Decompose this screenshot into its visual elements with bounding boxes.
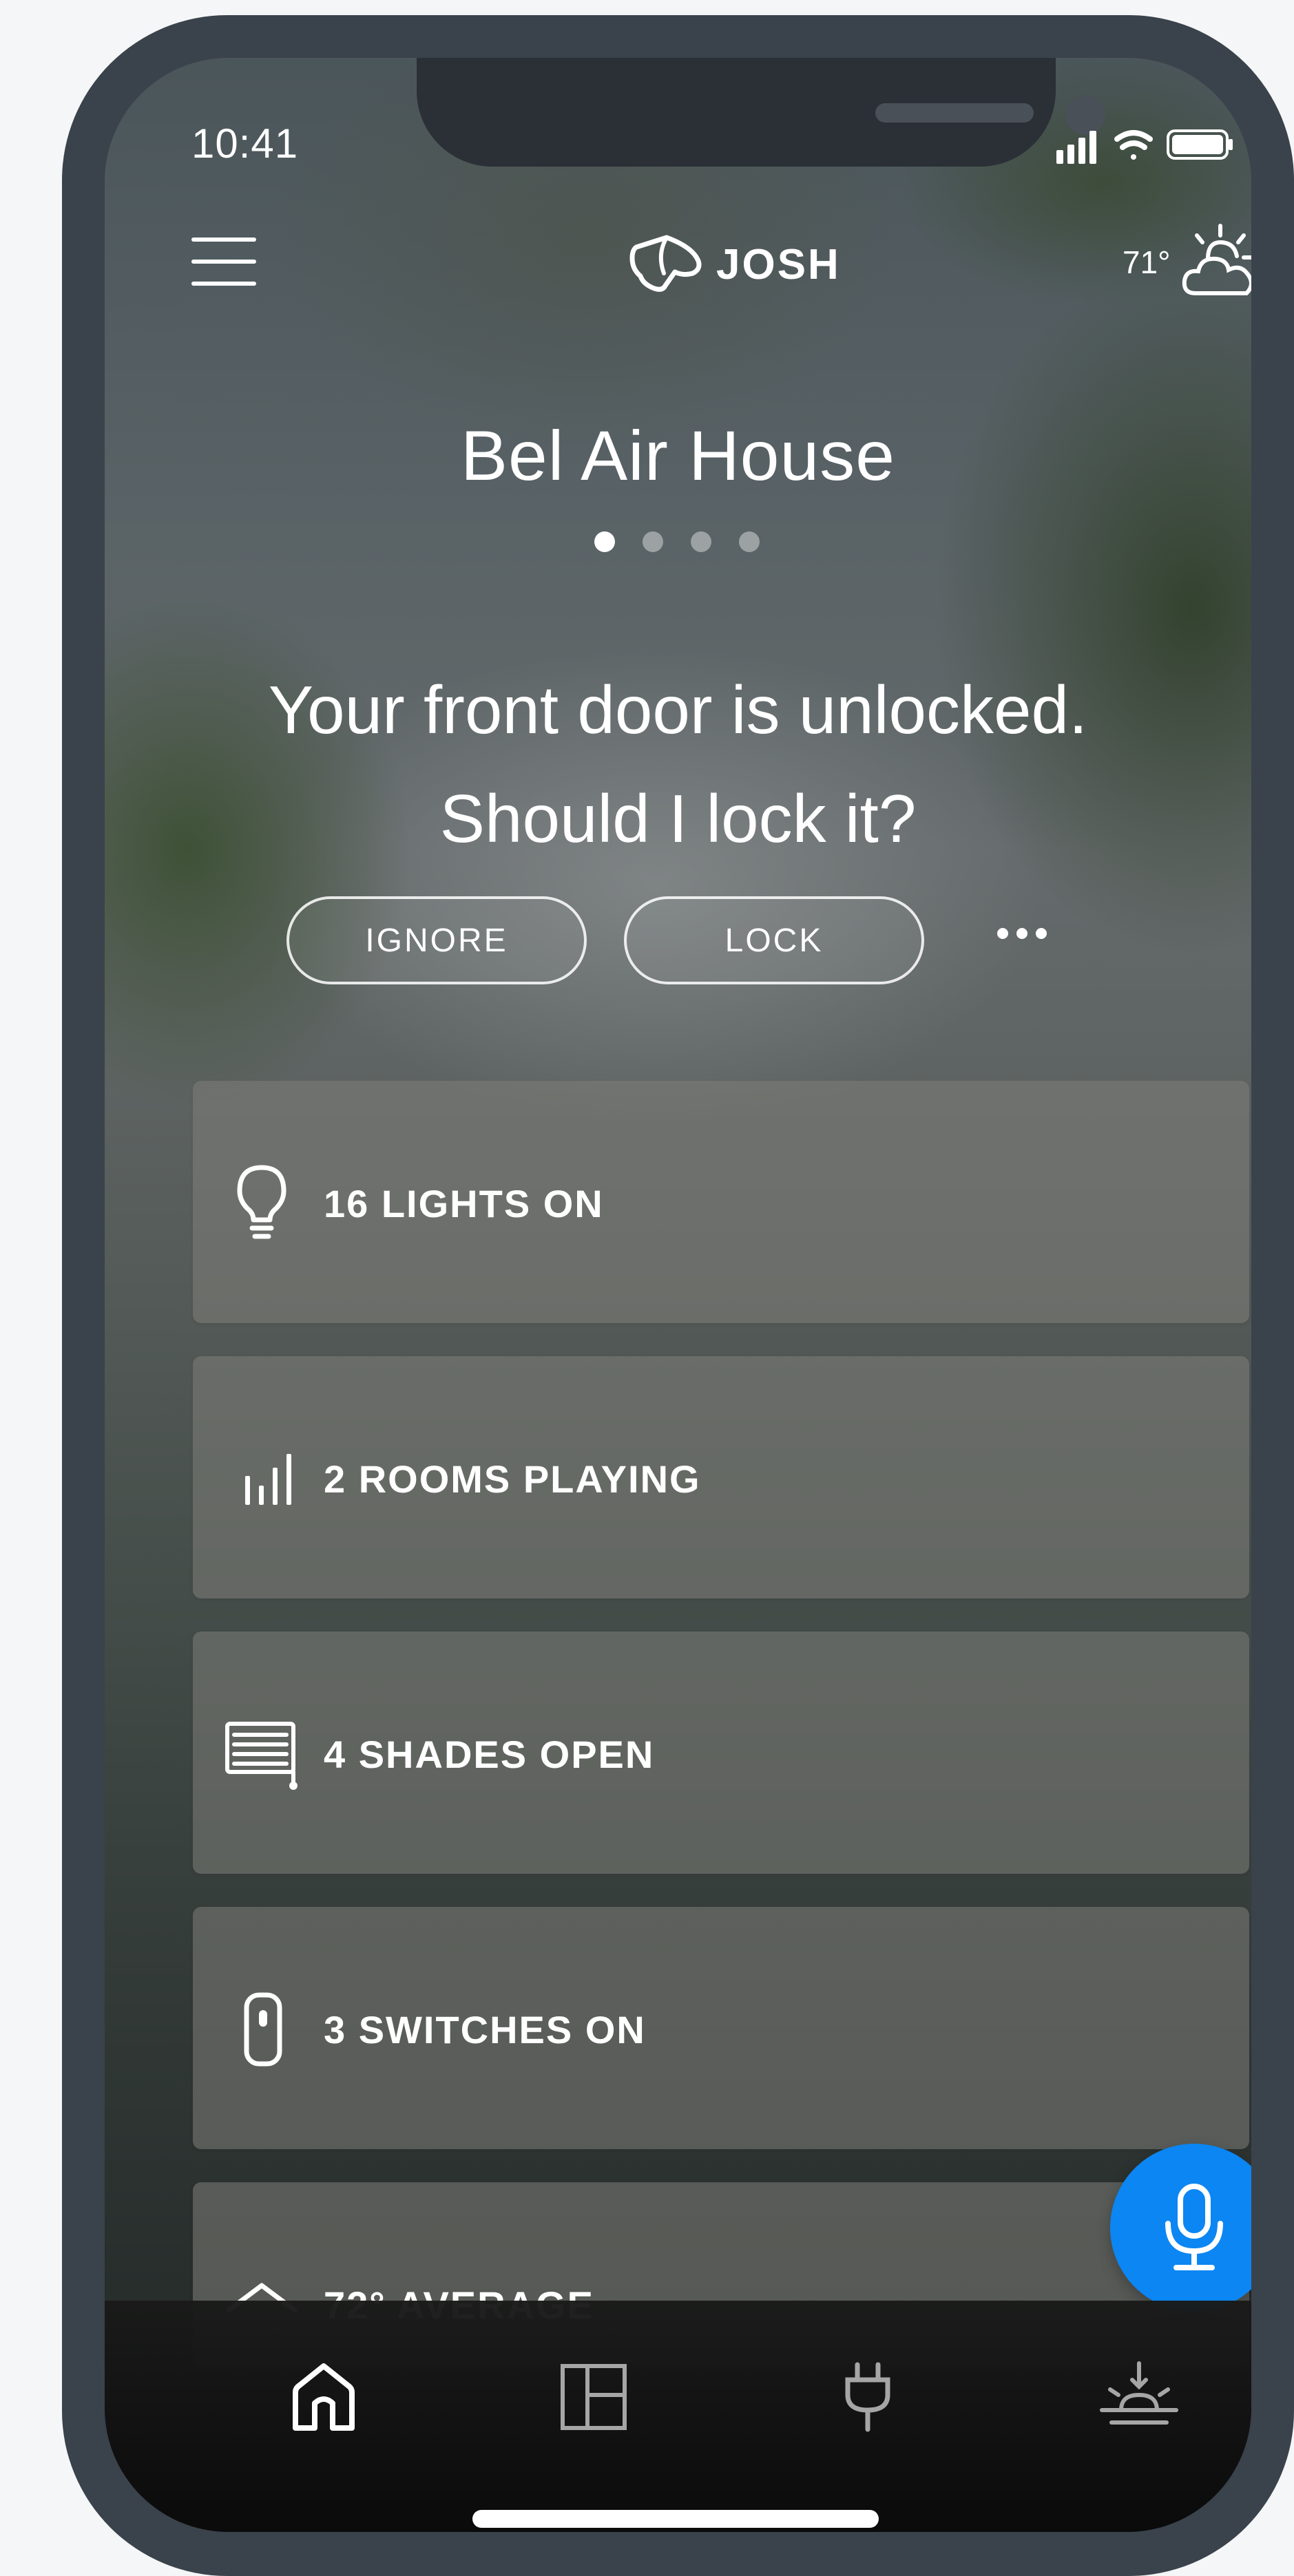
plug-icon — [845, 2362, 890, 2432]
page-dot-4[interactable] — [739, 531, 760, 552]
more-dot — [1036, 928, 1047, 939]
card-label: 4 SHADES OPEN — [324, 1733, 655, 1776]
tab-home[interactable] — [275, 2349, 372, 2445]
speaker — [875, 103, 1034, 123]
wifi-icon — [1114, 130, 1153, 160]
ignore-button[interactable]: IGNORE — [286, 896, 587, 984]
tab-rooms[interactable] — [545, 2349, 642, 2445]
prompt-actions: IGNORE LOCK — [105, 896, 1251, 989]
battery-icon — [1167, 129, 1233, 160]
page-dot-2[interactable] — [643, 531, 663, 552]
device-frame: 10:41 JOSH 71° Bel Air House Your front … — [62, 15, 1294, 2576]
more-dot — [997, 928, 1008, 939]
audio-card[interactable]: 2 ROOMS PLAYING — [193, 1356, 1249, 1598]
page-indicator[interactable] — [594, 531, 760, 552]
house-title: Bel Air House — [461, 416, 895, 495]
screen: 10:41 JOSH 71° Bel Air House Your front … — [105, 58, 1251, 2532]
status-cards: 16 LIGHTS ON 2 ROOMS PLAYING 4 SHADES OP… — [193, 1081, 1249, 2401]
tab-devices[interactable] — [820, 2349, 916, 2445]
sunrise-icon — [1100, 2361, 1178, 2425]
rooms-icon — [561, 2364, 627, 2430]
partly-cloudy-icon — [1182, 224, 1251, 295]
prompt-line-1: Your front door is unlocked. — [268, 672, 1088, 748]
weather-widget[interactable]: 71° — [1123, 222, 1251, 303]
lock-button[interactable]: LOCK — [624, 896, 924, 984]
signal-icon — [1056, 131, 1096, 164]
status-icons — [1056, 129, 1233, 164]
page-dot-1[interactable] — [594, 531, 615, 552]
tab-scenes[interactable] — [1091, 2349, 1187, 2445]
status-time: 10:41 — [191, 120, 299, 167]
lights-card[interactable]: 16 LIGHTS ON — [193, 1081, 1249, 1323]
temperature: 71° — [1123, 244, 1171, 280]
page-dot-3[interactable] — [691, 531, 711, 552]
assistant-prompt: Your front door is unlocked. Should I lo… — [105, 655, 1251, 873]
lightbulb-icon — [237, 1165, 286, 1239]
home-indicator[interactable] — [472, 2510, 879, 2528]
microphone-icon — [1165, 2184, 1223, 2270]
more-dot — [1016, 928, 1027, 939]
bottom-tab-bar — [105, 2301, 1251, 2532]
shades-card[interactable]: 4 SHADES OPEN — [193, 1632, 1249, 1874]
menu-icon[interactable] — [191, 233, 256, 288]
card-label: 2 ROOMS PLAYING — [324, 1457, 701, 1501]
dog-logo-icon — [629, 235, 702, 292]
app-logo: JOSH — [627, 230, 841, 299]
switches-card[interactable]: 3 SWITCHES ON — [193, 1907, 1249, 2149]
card-label: 3 SWITCHES ON — [324, 2008, 646, 2051]
switch-icon — [244, 1992, 282, 2067]
home-icon — [293, 2363, 355, 2431]
audio-bars-icon — [245, 1454, 291, 1505]
more-options-icon[interactable] — [997, 928, 1047, 939]
card-label: 16 LIGHTS ON — [324, 1182, 604, 1225]
logo-text: JOSH — [716, 240, 841, 288]
prompt-line-2: Should I lock it? — [439, 781, 917, 856]
notch — [417, 58, 1105, 167]
shades-icon — [225, 1722, 298, 1790]
